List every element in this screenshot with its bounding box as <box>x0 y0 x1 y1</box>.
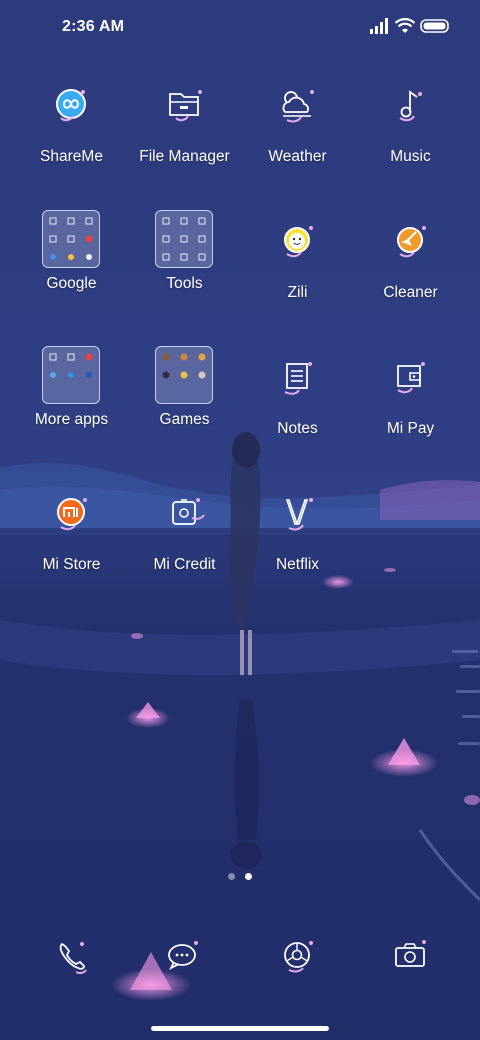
app-label: More apps <box>34 411 109 428</box>
home-indicator[interactable] <box>151 1026 329 1031</box>
dock-camera[interactable] <box>380 930 440 990</box>
dock-browser[interactable] <box>267 930 327 990</box>
app-shareme[interactable]: ShareMe <box>15 82 128 202</box>
more-apps-folder-icon <box>41 345 101 405</box>
app-label: Weather <box>268 148 327 165</box>
dock-messages[interactable] <box>152 930 212 990</box>
app-netflix[interactable]: Netflix <box>241 490 354 610</box>
messages-icon <box>168 941 198 971</box>
tools-folder-icon <box>154 209 214 269</box>
app-mi-credit[interactable]: Mi Credit <box>128 490 241 610</box>
folder-tools[interactable]: Tools <box>128 209 241 329</box>
dock-phone[interactable] <box>42 930 102 990</box>
folder-more-apps[interactable]: More apps <box>15 345 128 465</box>
weather-icon <box>282 90 314 123</box>
notes-icon <box>284 362 312 395</box>
folder-icon <box>169 90 202 122</box>
google-folder-icon <box>41 209 101 269</box>
app-mi-store[interactable]: Mi Store <box>15 490 128 610</box>
shareme-icon <box>56 89 86 122</box>
app-label: Mi Credit <box>153 556 216 573</box>
wifi-icon <box>395 18 415 33</box>
broom-icon <box>397 226 426 258</box>
app-zili[interactable]: Zili <box>241 218 354 338</box>
app-label: Music <box>390 148 431 165</box>
music-note-icon <box>399 90 422 122</box>
app-label: Games <box>159 411 210 428</box>
games-folder-icon <box>154 345 214 405</box>
netflix-icon <box>285 498 313 531</box>
signal-bars-icon <box>370 18 388 34</box>
phone-icon <box>59 942 87 975</box>
folder-google[interactable]: Google <box>15 209 128 329</box>
app-label: File Manager <box>139 148 230 165</box>
app-cleaner[interactable]: Cleaner <box>354 218 467 338</box>
app-label: Zili <box>287 284 308 301</box>
page-dot-2[interactable] <box>245 873 252 880</box>
app-music[interactable]: Music <box>354 82 467 202</box>
status-bar: 2:36 AM <box>0 0 480 56</box>
page-dot-1[interactable] <box>228 873 235 880</box>
app-mi-pay[interactable]: Mi Pay <box>354 354 467 474</box>
camera-icon <box>395 940 426 967</box>
app-label: Mi Store <box>42 556 101 573</box>
app-label: Cleaner <box>383 284 438 301</box>
mi-store-icon <box>57 498 87 531</box>
wallet-icon <box>397 362 425 394</box>
mi-credit-icon <box>172 498 205 525</box>
battery-icon <box>420 19 449 33</box>
app-file-manager[interactable]: File Manager <box>128 82 241 202</box>
app-label: ShareMe <box>40 148 103 165</box>
page-indicator[interactable] <box>0 873 480 885</box>
app-label: Google <box>46 275 97 292</box>
app-label: Notes <box>277 420 318 437</box>
app-label: Mi Pay <box>386 420 435 437</box>
folder-games[interactable]: Games <box>128 345 241 465</box>
status-time: 2:36 AM <box>62 18 125 35</box>
zili-icon <box>284 226 313 258</box>
app-label: Tools <box>166 275 203 292</box>
app-label: Netflix <box>275 556 320 573</box>
browser-icon <box>284 941 313 973</box>
app-weather[interactable]: Weather <box>241 82 354 202</box>
app-notes[interactable]: Notes <box>241 354 354 474</box>
